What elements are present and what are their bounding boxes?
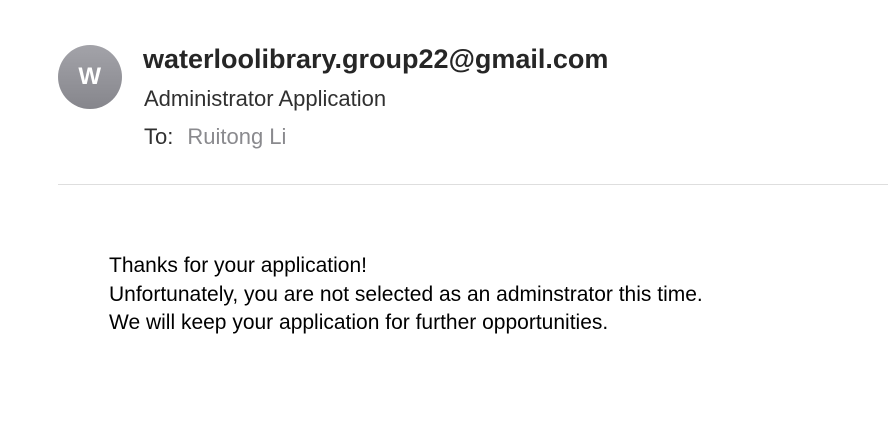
to-label: To: [144, 124, 174, 149]
header-divider [58, 184, 888, 185]
avatar-initial: W [78, 63, 102, 90]
body-line: We will keep your application for furthe… [109, 311, 609, 334]
body-line: Thanks for your application! [109, 254, 367, 277]
recipient-name[interactable]: Ruitong Li [187, 124, 286, 149]
sender-avatar: W [58, 45, 122, 109]
email-view: W waterloolibrary.group22@gmail.com Admi… [0, 0, 888, 444]
sender-address[interactable]: waterloolibrary.group22@gmail.com [143, 44, 608, 75]
email-body: Thanks for your application! Unfortunate… [109, 252, 703, 338]
body-line: Unfortunately, you are not selected as a… [109, 282, 703, 306]
recipient-row: To: Ruitong Li [144, 124, 286, 150]
email-subject: Administrator Application [144, 86, 387, 111]
